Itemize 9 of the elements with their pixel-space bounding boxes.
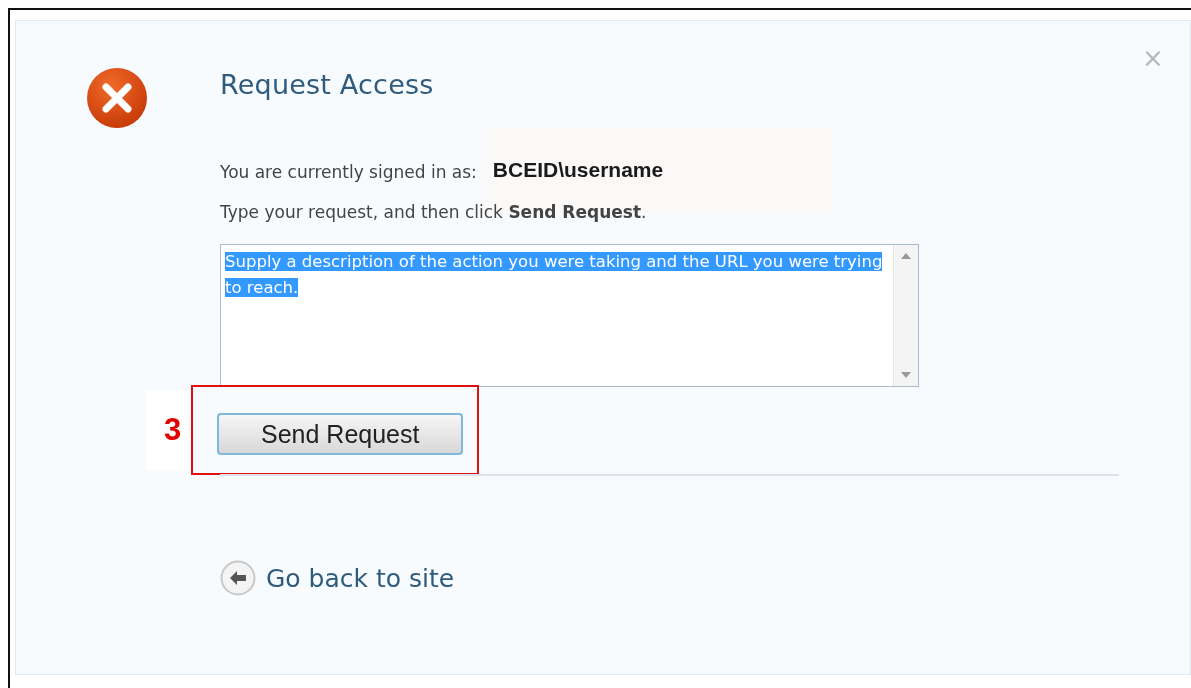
instruction-text: Type your request, and then click Send Request. bbox=[220, 202, 648, 222]
annotation-number: 3 bbox=[146, 390, 192, 470]
scroll-up-icon[interactable] bbox=[901, 253, 911, 259]
dialog-title: Request Access bbox=[220, 69, 435, 100]
send-request-button[interactable]: Send Request bbox=[217, 413, 464, 455]
error-icon bbox=[86, 67, 148, 129]
back-link[interactable]: Go back to site bbox=[220, 560, 455, 596]
scroll-down-icon[interactable] bbox=[901, 372, 911, 378]
signed-in-label: You are currently signed in as: bbox=[220, 162, 477, 182]
